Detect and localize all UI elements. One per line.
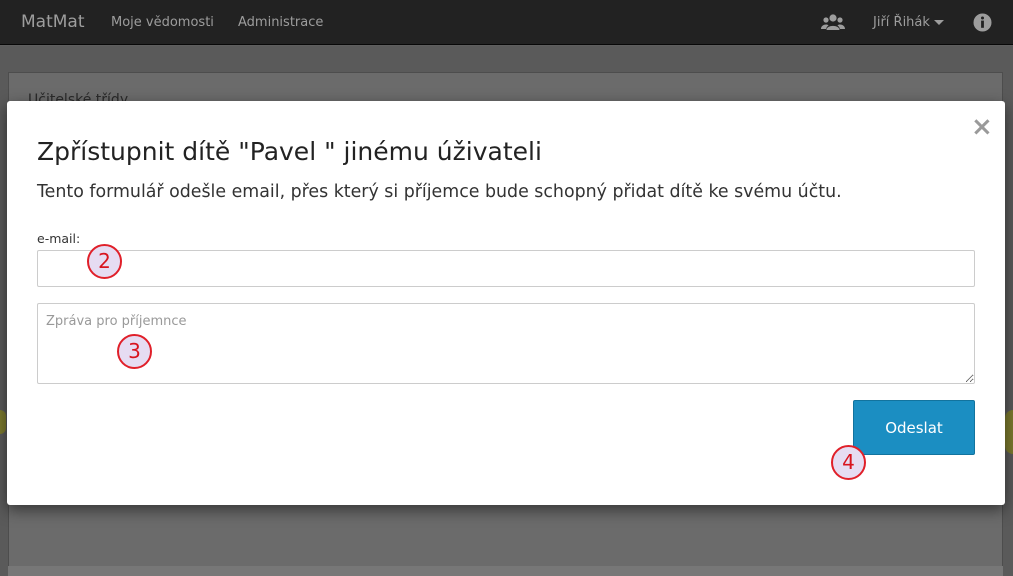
background-strip: [8, 566, 1003, 576]
modal-description: Tento formulář odešle email, přes který …: [37, 182, 842, 202]
modal-title: Zpřístupnit dítě "Pavel " jinému úživate…: [37, 137, 542, 166]
marker-2: 2: [87, 244, 122, 279]
nav-link-knowledge[interactable]: Moje vědomosti: [111, 15, 214, 30]
background-decoration-right: [1005, 410, 1013, 454]
send-button[interactable]: Odeslat: [853, 400, 975, 455]
marker-4: 4: [831, 445, 866, 480]
users-icon[interactable]: [821, 12, 845, 32]
info-icon[interactable]: [973, 13, 992, 32]
email-field[interactable]: [37, 250, 975, 287]
marker-3: 3: [117, 334, 152, 369]
chevron-down-icon[interactable]: [934, 20, 944, 25]
share-child-modal: × Zpřístupnit dítě "Pavel " jinému úživa…: [7, 101, 1005, 505]
background-decoration-left: [0, 410, 6, 434]
user-menu[interactable]: Jiří Řihák: [873, 15, 930, 30]
message-textarea[interactable]: [37, 303, 975, 384]
brand-logo[interactable]: MatMat: [21, 12, 85, 32]
email-label: e-mail:: [37, 231, 81, 246]
nav-link-administration[interactable]: Administrace: [238, 15, 323, 30]
close-icon[interactable]: ×: [971, 113, 993, 141]
top-navbar: MatMat Moje vědomosti Administrace Jiří …: [0, 0, 1013, 45]
